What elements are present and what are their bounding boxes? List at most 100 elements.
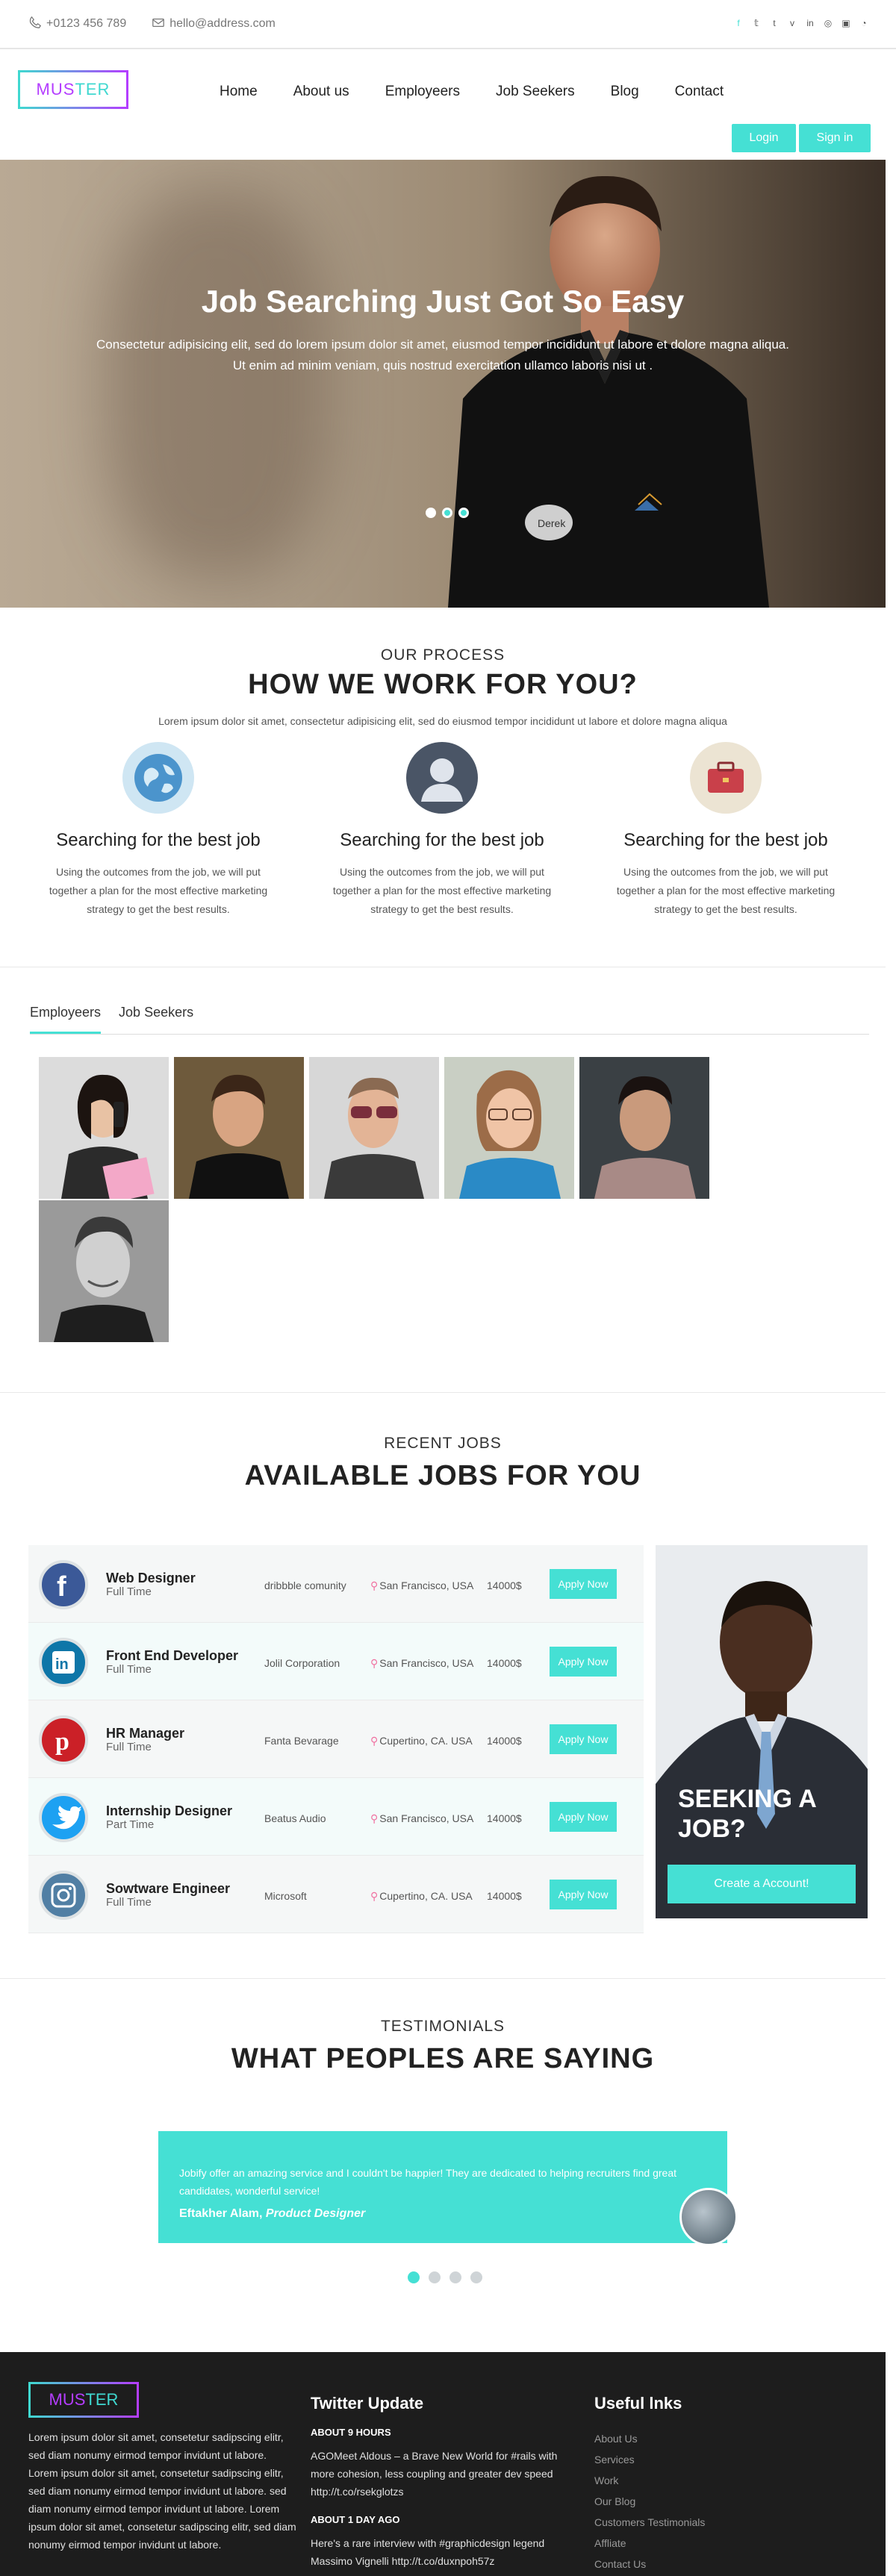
nav-employers[interactable]: Employeers <box>367 78 478 106</box>
job-title[interactable]: Web Designer <box>106 1571 196 1586</box>
linkedin-icon[interactable]: in <box>805 18 815 28</box>
dribbble-icon[interactable]: ◎ <box>823 18 833 28</box>
carousel-dot[interactable] <box>449 2271 461 2283</box>
tab-employers[interactable]: Employeers <box>30 1005 102 1034</box>
create-account-button[interactable]: Create a Account! <box>668 1865 856 1903</box>
email-contact[interactable]: hello@address.com <box>152 16 276 33</box>
job-type: Full Time <box>106 1741 152 1753</box>
footer-link-about[interactable]: About Us <box>594 2428 818 2449</box>
avatar <box>679 2188 738 2246</box>
main-nav: Home About us Employeers Job Seekers Blo… <box>202 78 741 106</box>
logo-text-part1: MUS <box>36 80 75 99</box>
employer-photo[interactable] <box>579 1057 709 1199</box>
nav-job-seekers[interactable]: Job Seekers <box>478 78 593 106</box>
apply-button[interactable]: Apply Now <box>550 1880 617 1909</box>
svg-text:Derek: Derek <box>538 517 566 529</box>
instagram-icon[interactable]: ▣ <box>841 18 851 28</box>
footer-link-services[interactable]: Services <box>594 2449 818 2470</box>
job-title[interactable]: HR Manager <box>106 1726 184 1741</box>
site-footer: MUS TER Lorem ipsum dolor sit amet, conse… <box>0 2352 886 2576</box>
testimonial-author-name: Eftakher Alam, <box>179 2207 263 2220</box>
job-title[interactable]: Front End Developer <box>106 1648 238 1664</box>
nav-home[interactable]: Home <box>202 78 276 106</box>
carousel-dot[interactable] <box>429 2271 441 2283</box>
envelope-icon <box>152 16 165 33</box>
job-row[interactable]: Internship Designer Part Time Beatus Aud… <box>28 1778 644 1856</box>
seeking-line1: SEEKING A <box>678 1785 817 1813</box>
pinterest-icon: p <box>39 1715 88 1765</box>
rss-icon[interactable]: ◔ <box>859 18 869 28</box>
nav-about[interactable]: About us <box>276 78 367 106</box>
phone-contact[interactable]: +0123 456 789 <box>28 16 126 33</box>
apply-button[interactable]: Apply Now <box>550 1647 617 1677</box>
tweet-time: ABOUT 1 DAY AGO <box>311 2514 400 2525</box>
job-location-text: Cupertino, CA. USA <box>379 1735 473 1747</box>
tumblr-icon[interactable]: t <box>769 18 780 28</box>
tweet-text[interactable]: AGOMeet Aldous – a Brave New World for #… <box>311 2447 579 2501</box>
location-pin-icon: ⚲ <box>370 1890 379 1902</box>
job-location: ⚲ San Francisco, USA <box>370 1579 473 1592</box>
job-row[interactable]: p HR Manager Full Time Fanta Bevarage ⚲ C… <box>28 1700 644 1778</box>
tab-job-seekers[interactable]: Job Seekers <box>119 1005 193 1034</box>
linkedin-icon: in <box>39 1638 88 1687</box>
login-button[interactable]: Login <box>732 124 796 152</box>
seeking-line2: JOB? <box>678 1815 746 1843</box>
employer-photo[interactable] <box>309 1057 439 1199</box>
feature-title: Searching for the best job <box>623 830 828 850</box>
footer-link-contact[interactable]: Contact Us <box>594 2554 818 2575</box>
seeking-person-image <box>656 1545 868 1918</box>
apply-button[interactable]: Apply Now <box>550 1724 617 1754</box>
employer-photo[interactable] <box>39 1200 169 1342</box>
job-location: ⚲ Cupertino, CA. USA <box>370 1890 473 1903</box>
jobs-title: AVAILABLE JOBS FOR YOU <box>244 1460 641 1491</box>
footer-logo[interactable]: MUS TER <box>28 2382 139 2418</box>
job-title[interactable]: Sowtware Engineer <box>106 1881 230 1897</box>
footer-link-work[interactable]: Work <box>594 2470 818 2491</box>
twitter-title: Twitter Update <box>311 2394 424 2413</box>
apply-button[interactable]: Apply Now <box>550 1569 617 1599</box>
svg-text:p: p <box>55 1728 69 1756</box>
footer-link-affiliate[interactable]: Affliate <box>594 2533 818 2554</box>
apply-button[interactable]: Apply Now <box>550 1802 617 1832</box>
employer-photo[interactable] <box>174 1057 304 1199</box>
twitter-icon[interactable]: 𝕥 <box>751 18 762 28</box>
hero-subtitle: Consectetur adipisicing elit, sed do lor… <box>96 337 789 372</box>
job-salary: 14000$ <box>487 1735 522 1747</box>
feature-card: Searching for the best job Using the out… <box>315 742 569 919</box>
testimonial-card: Jobify offer an amazing service and I co… <box>158 2131 738 2246</box>
facebook-icon[interactable]: f <box>733 18 744 28</box>
job-row[interactable]: Sowtware Engineer Full Time Microsoft ⚲ C… <box>28 1856 644 1933</box>
testimonials-eyebrow: TESTIMONIALS <box>380 2018 505 2035</box>
email-address: hello@address.com <box>169 17 276 30</box>
vimeo-icon[interactable]: v <box>787 18 797 28</box>
site-logo[interactable]: MUS TER <box>18 70 128 109</box>
carousel-dot[interactable] <box>426 508 436 518</box>
signin-button[interactable]: Sign in <box>799 124 871 152</box>
employer-photo[interactable] <box>444 1057 574 1199</box>
job-row[interactable]: f Web Designer Full Time dribbble comuni… <box>28 1545 644 1623</box>
people-tabs: Employeers Job Seekers <box>30 1005 869 1035</box>
job-salary: 14000$ <box>487 1579 522 1591</box>
feature-card: Searching for the best job Using the out… <box>31 742 285 919</box>
carousel-dot-active[interactable] <box>442 508 452 518</box>
carousel-dot[interactable] <box>458 508 469 518</box>
svg-text:in: in <box>55 1656 69 1673</box>
social-links: f 𝕥 t v in ◎ ▣ ◔ <box>733 18 869 28</box>
tweet-text[interactable]: Here's a rare interview with #graphicdes… <box>311 2534 579 2570</box>
carousel-dot[interactable] <box>470 2271 482 2283</box>
location-pin-icon: ⚲ <box>370 1657 379 1669</box>
job-location: ⚲ San Francisco, USA <box>370 1812 473 1825</box>
logo-text-part2: TER <box>85 2390 119 2409</box>
nav-blog[interactable]: Blog <box>593 78 657 106</box>
employer-photo[interactable] <box>39 1057 169 1199</box>
footer-link-testimonials[interactable]: Customers Testimonials <box>594 2512 818 2533</box>
job-row[interactable]: in Front End Developer Full Time Jolil C… <box>28 1623 644 1700</box>
job-company: Beatus Audio <box>264 1812 326 1824</box>
footer-link-blog[interactable]: Our Blog <box>594 2491 818 2512</box>
job-title[interactable]: Internship Designer <box>106 1803 232 1819</box>
carousel-dot-active[interactable] <box>408 2271 420 2283</box>
hero-title: Job Searching Just Got So Easy <box>201 284 685 319</box>
tweet-time: ABOUT 9 HOURS <box>311 2427 391 2438</box>
nav-contact[interactable]: Contact <box>657 78 741 106</box>
job-location-text: San Francisco, USA <box>379 1812 474 1824</box>
